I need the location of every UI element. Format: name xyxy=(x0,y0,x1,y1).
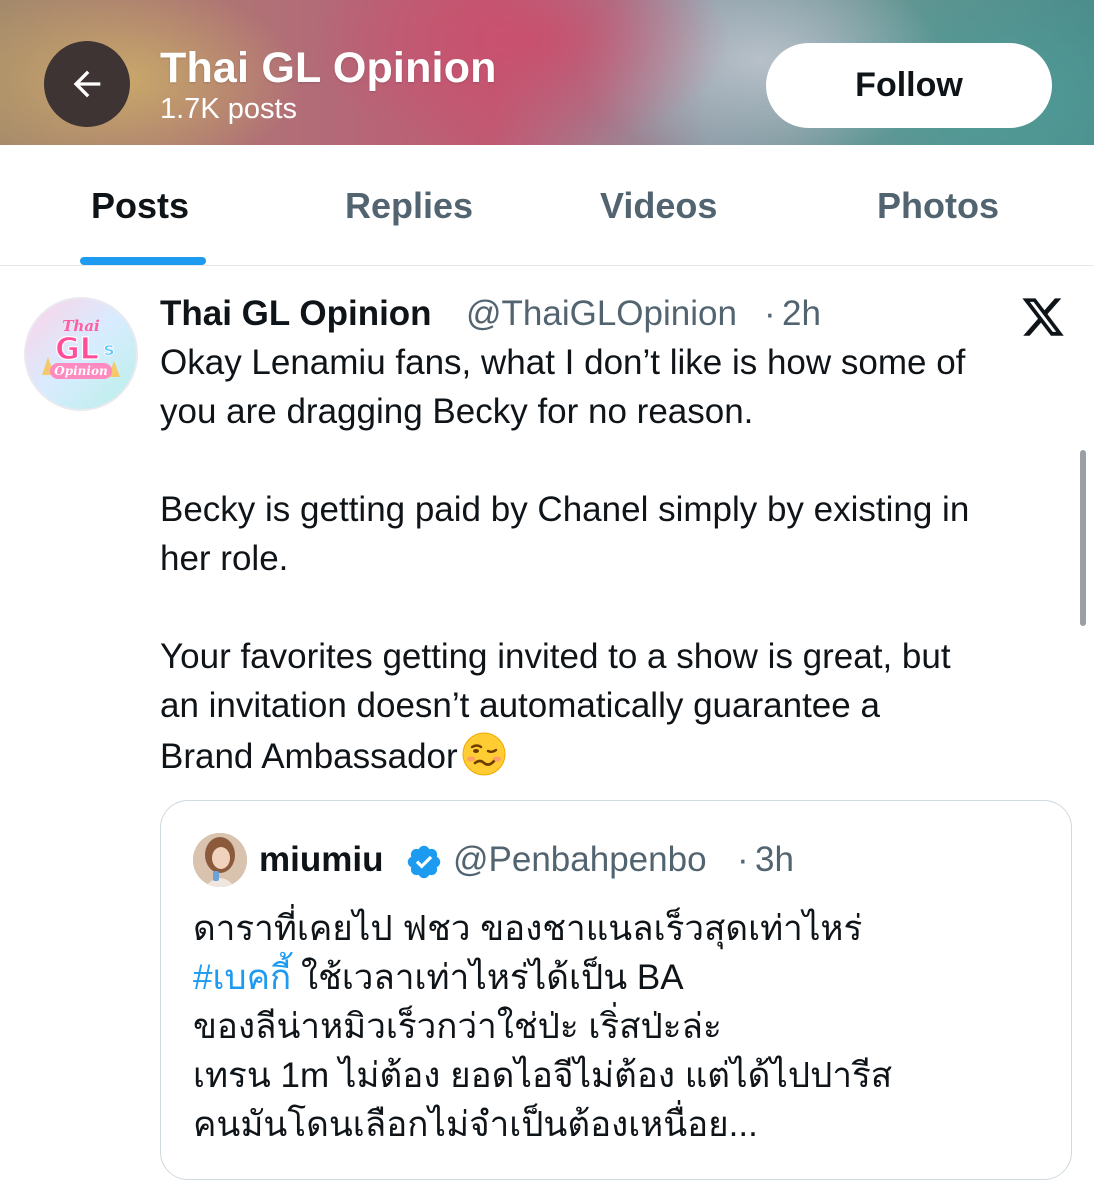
post-timestamp[interactable]: 2h xyxy=(782,294,821,334)
post-author-name[interactable]: Thai GL Opinion xyxy=(160,294,432,334)
quoted-text-line: ดาราที่เคยไป ฟชว ของชาแนลเร็วสุดเท่าไหร่ xyxy=(193,909,863,948)
post-text-line: an invitation doesn’t automatically guar… xyxy=(160,686,880,725)
hashtag-link[interactable]: #เบคกี้ xyxy=(193,958,291,997)
posts-count: 1.7K posts xyxy=(160,93,298,125)
post-text-line: her role. xyxy=(160,539,289,578)
tab-videos[interactable]: Videos xyxy=(600,185,717,227)
post-text-line: you are dragging Becky for no reason. xyxy=(160,392,754,431)
profile-header: Thai GL Opinion 1.7K posts Follow xyxy=(0,0,1094,145)
svg-text:s: s xyxy=(104,339,115,360)
follow-button[interactable]: Follow xyxy=(766,43,1052,128)
thai-gl-opinion-logo: Thai GL s Opinion xyxy=(24,297,138,411)
post-text-brand-ambassador: Brand Ambassador xyxy=(160,737,458,776)
post-text-line: Becky is getting paid by Chanel simply b… xyxy=(160,490,970,529)
quoted-separator: · xyxy=(737,840,749,879)
quoted-author-name[interactable]: miumiu xyxy=(259,840,383,880)
profile-tabs: Posts Replies Videos Photos xyxy=(0,145,1094,266)
tab-posts[interactable]: Posts xyxy=(91,185,189,227)
profile-title: Thai GL Opinion xyxy=(160,44,497,92)
tab-photos[interactable]: Photos xyxy=(877,185,999,227)
quoted-timestamp[interactable]: 3h xyxy=(755,840,794,880)
quoted-avatar-photo xyxy=(193,833,247,887)
back-button[interactable] xyxy=(44,41,130,127)
quoted-text-line: #เบคกี้ ใช้เวลาเท่าไหร่ได้เป็น BA xyxy=(193,953,684,1002)
post-separator: · xyxy=(764,294,776,333)
quoted-post[interactable]: miumiu @Penbahpenbo · 3h ดาราที่เคยไป ฟช… xyxy=(160,800,1072,1180)
back-arrow-icon xyxy=(73,70,101,98)
scrollbar[interactable] xyxy=(1080,450,1086,626)
woozy-face-emoji-icon xyxy=(462,732,506,776)
svg-text:Opinion: Opinion xyxy=(54,364,107,378)
post-text-line: Your favorites getting invited to a show… xyxy=(160,637,951,676)
active-tab-indicator xyxy=(80,257,206,265)
x-logo-icon[interactable] xyxy=(1020,294,1066,340)
tab-replies[interactable]: Replies xyxy=(345,185,473,227)
post-text-line-last: Brand Ambassador xyxy=(160,730,1080,781)
quoted-author-avatar[interactable] xyxy=(193,833,247,887)
svg-text:GL: GL xyxy=(55,332,99,367)
quoted-text-line: คนมันโดนเลือกไม่จำเป็นต้องเหนื่อย... xyxy=(193,1105,758,1144)
post-text-line: Okay Lenamiu fans, what I don’t like is … xyxy=(160,343,966,382)
quoted-text-line: ของลีน่าหมิวเร็วกว่าใช่ป่ะ เริ่สป่ะล่ะ xyxy=(193,1007,722,1046)
verified-badge-icon xyxy=(407,845,441,879)
author-avatar[interactable]: Thai GL s Opinion xyxy=(24,297,138,411)
quoted-author-handle[interactable]: @Penbahpenbo xyxy=(453,840,707,880)
quoted-text-fragment: ใช้เวลาเท่าไหร่ได้เป็น BA xyxy=(291,958,684,997)
post-author-handle[interactable]: @ThaiGLOpinion xyxy=(466,294,737,334)
quoted-text-line: เทรน 1m ไม่ต้อง ยอดไอจีไม่ต้อง แต่ได้ไปป… xyxy=(193,1056,893,1095)
